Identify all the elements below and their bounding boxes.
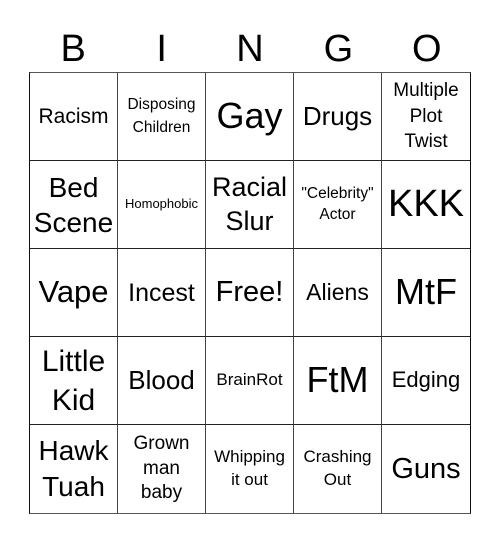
bingo-cell[interactable]: Racism [30, 73, 118, 161]
bingo-cell[interactable]: Blood [118, 337, 206, 425]
bingo-cell[interactable]: Multiple Plot Twist [382, 73, 470, 161]
cell-label: Blood [128, 364, 195, 395]
bingo-cell[interactable]: FtM [294, 337, 382, 425]
cell-label: Grown man baby [133, 432, 190, 504]
bingo-cell[interactable]: Little Kid [30, 337, 118, 425]
header-letter-i: I [156, 28, 167, 70]
cell-label: Homophobic [125, 196, 198, 212]
bingo-cell[interactable]: Racial Slur [206, 161, 294, 249]
bingo-cell[interactable]: Whipping it out [206, 425, 294, 513]
bingo-cell[interactable]: MtF [382, 249, 470, 337]
cell-label: Crashing Out [303, 447, 372, 489]
cell-label: "Celebrity" Actor [301, 184, 374, 223]
bingo-cell[interactable]: Grown man baby [118, 425, 206, 513]
cell-label: Vape [38, 274, 109, 310]
bingo-cell[interactable]: Vape [30, 249, 118, 337]
cell-label: Racism [38, 104, 109, 128]
cell-label: MtF [395, 271, 457, 313]
cell-label: Gay [216, 95, 283, 137]
cell-label: Aliens [306, 278, 369, 305]
cell-label: Drugs [302, 100, 373, 131]
bingo-cell[interactable]: Aliens [294, 249, 382, 337]
header-letter-b: B [60, 28, 86, 70]
header-letter-g: G [323, 28, 354, 70]
bingo-cell[interactable]: Crashing Out [294, 425, 382, 513]
bingo-grid: Racism Disposing Children Gay Drugs Mult… [29, 72, 471, 514]
cell-label: Incest [128, 278, 195, 307]
bingo-cell[interactable]: Incest [118, 249, 206, 337]
cell-label: FtM [306, 359, 369, 401]
cell-label: Hawk Tuah [38, 435, 109, 502]
bingo-cell[interactable]: Disposing Children [118, 73, 206, 161]
cell-label: Racial Slur [211, 171, 288, 236]
bingo-cell[interactable]: Hawk Tuah [30, 425, 118, 513]
bingo-header: B I N G O [29, 26, 471, 72]
bingo-cell[interactable]: BrainRot [206, 337, 294, 425]
bingo-cell[interactable]: Free! [206, 249, 294, 337]
cell-label: Whipping it out [214, 447, 285, 489]
bingo-cell[interactable]: Gay [206, 73, 294, 161]
cell-label: Edging [391, 367, 461, 393]
cell-label: Free! [215, 276, 284, 309]
cell-label: Little Kid [41, 344, 106, 417]
cell-label: Disposing Children [127, 96, 196, 136]
cell-label: Guns [391, 452, 461, 485]
cell-label: BrainRot [216, 370, 283, 390]
bingo-cell[interactable]: Guns [382, 425, 470, 513]
bingo-cell[interactable]: Drugs [294, 73, 382, 161]
bingo-cell[interactable]: "Celebrity" Actor [294, 161, 382, 249]
cell-label: Multiple Plot Twist [393, 80, 459, 153]
bingo-cell[interactable]: Homophobic [118, 161, 206, 249]
bingo-cell[interactable]: KKK [382, 161, 470, 249]
cell-label: KKK [387, 183, 465, 226]
bingo-cell[interactable]: Bed Scene [30, 161, 118, 249]
bingo-cell[interactable]: Edging [382, 337, 470, 425]
header-letter-n: N [236, 28, 264, 70]
header-letter-o: O [412, 28, 442, 70]
cell-label: Bed Scene [33, 171, 114, 238]
